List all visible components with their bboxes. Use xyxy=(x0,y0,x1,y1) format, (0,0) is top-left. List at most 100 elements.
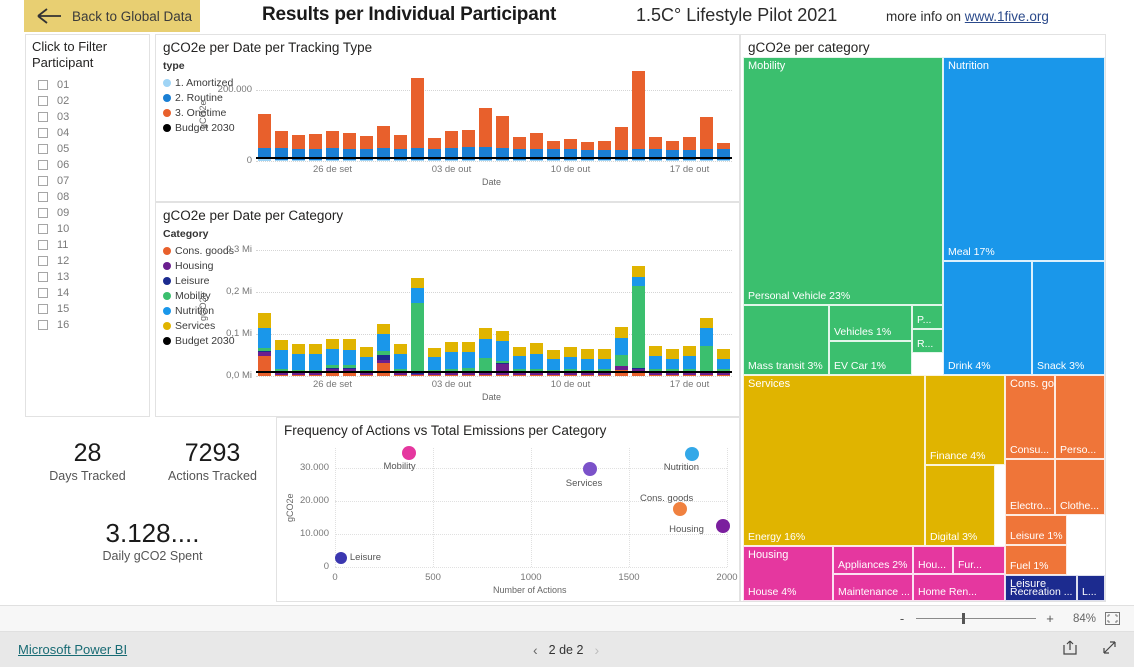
slicer-item-13[interactable]: 13 xyxy=(38,269,149,285)
treemap-tile[interactable]: Mobility Personal Vehicle 23% xyxy=(743,57,943,305)
treemap-tile[interactable]: Appliances 2% xyxy=(833,546,913,574)
treemap-tile[interactable]: Nutrition Meal 17% xyxy=(943,57,1105,261)
chart2-plot[interactable]: 0,0 Mi 0,1 Mi 0,2 Mi 0,3 Mi gCO2e 26 de set 03… xyxy=(198,231,732,406)
legend-item[interactable]: Budget 2030 xyxy=(163,333,235,348)
treemap-tile[interactable]: L... xyxy=(1077,575,1105,601)
legend-item[interactable]: Housing xyxy=(163,258,235,273)
bar-column[interactable] xyxy=(699,317,714,376)
slicer-item-11[interactable]: 11 xyxy=(38,237,149,253)
bar-column[interactable] xyxy=(376,323,391,376)
slicer-item-16[interactable]: 16 xyxy=(38,317,149,333)
treemap-tile[interactable]: Drink 4% xyxy=(943,261,1032,375)
slicer-checkbox-05[interactable] xyxy=(38,144,48,154)
slicer-checkbox-03[interactable] xyxy=(38,112,48,122)
treemap-tile[interactable]: Leisure 1% xyxy=(1005,515,1067,545)
chart1-plot[interactable]: 0 200.000 gCO2e 26 de set 03 de out 10 de out… xyxy=(198,63,732,191)
treemap-tiles[interactable]: Mobility Personal Vehicle 23% Mass transit… xyxy=(743,57,1105,601)
bar-column[interactable] xyxy=(495,116,510,161)
treemap-tile[interactable]: Home Ren... xyxy=(913,574,1005,601)
bar-column[interactable] xyxy=(631,265,646,376)
legend-item[interactable]: Leisure xyxy=(163,273,235,288)
share-icon[interactable] xyxy=(1062,639,1079,661)
bar-column[interactable] xyxy=(495,330,510,376)
budget-2030-line xyxy=(256,370,732,373)
slicer-item-15[interactable]: 15 xyxy=(38,301,149,317)
slicer-checkbox-16[interactable] xyxy=(38,320,48,330)
treemap-tile[interactable]: Mass transit 3% xyxy=(743,305,829,375)
treemap-tile[interactable]: Perso... xyxy=(1055,375,1105,459)
bar-column[interactable] xyxy=(257,313,272,376)
treemap-tile[interactable]: Clothe... xyxy=(1055,459,1105,515)
slicer-checkbox-01[interactable] xyxy=(38,80,48,90)
slicer-item-06[interactable]: 06 xyxy=(38,157,149,173)
treemap-tile[interactable]: Hou... xyxy=(913,546,953,574)
slicer-item-02[interactable]: 02 xyxy=(38,93,149,109)
treemap-tile[interactable]: Services Energy 16% xyxy=(743,375,925,546)
treemap-tile[interactable]: Cons. goods Consu... xyxy=(1005,375,1055,459)
bar-column[interactable] xyxy=(410,77,425,161)
treemap-tile[interactable]: P... xyxy=(912,305,943,329)
fit-to-page-icon[interactable] xyxy=(1105,612,1120,625)
treemap-tile[interactable]: Digital 3% xyxy=(925,465,995,546)
bar-column[interactable] xyxy=(410,277,425,376)
legend-item[interactable]: Cons. goods xyxy=(163,243,235,258)
microsoft-power-bi-link[interactable]: Microsoft Power BI xyxy=(18,642,127,657)
treemap-tile[interactable]: Fuel 1% xyxy=(1005,545,1067,575)
slicer-checkbox-04[interactable] xyxy=(38,128,48,138)
bar-column[interactable] xyxy=(478,327,493,376)
fullscreen-icon[interactable] xyxy=(1101,639,1118,661)
slicer-item-14[interactable]: 14 xyxy=(38,285,149,301)
slicer-item-07[interactable]: 07 xyxy=(38,173,149,189)
treemap-tile[interactable]: Maintenance ... xyxy=(833,574,913,601)
zoom-in-button[interactable]: + xyxy=(1045,611,1055,626)
scatter-bubble[interactable] xyxy=(684,446,699,461)
chevron-right-icon[interactable]: › xyxy=(594,642,599,658)
treemap-tile[interactable]: EV Car 1% xyxy=(829,341,912,375)
scatter-bubble[interactable] xyxy=(582,462,597,477)
x-axis-tick: 10 de out xyxy=(550,379,591,390)
slicer-item-12[interactable]: 12 xyxy=(38,253,149,269)
chevron-left-icon[interactable]: ‹ xyxy=(533,642,538,658)
x-axis-tick: 17 de out xyxy=(669,164,710,175)
bar-column[interactable] xyxy=(614,326,629,376)
slicer-item-05[interactable]: 05 xyxy=(38,141,149,157)
more-info-link[interactable]: www.1five.org xyxy=(965,9,1049,24)
treemap-tile[interactable]: Vehicles 1% xyxy=(829,305,912,341)
treemap-tile[interactable]: Fur... xyxy=(953,546,1005,574)
scatter-bubble[interactable] xyxy=(402,445,417,460)
bar-column[interactable] xyxy=(257,113,272,161)
slicer-checkbox-02[interactable] xyxy=(38,96,48,106)
bar-column[interactable] xyxy=(478,107,493,161)
chart3-plot[interactable]: 0 10.000 20.000 30.000 0 500 1000 1500 2000 gCO2e… xyxy=(277,438,741,601)
slicer-item-04[interactable]: 04 xyxy=(38,125,149,141)
treemap-tile[interactable]: Finance 4% xyxy=(925,375,1005,465)
bar-column[interactable] xyxy=(631,70,646,161)
slicer-item-09[interactable]: 09 xyxy=(38,205,149,221)
treemap-tile[interactable]: Leisure Recreation ... xyxy=(1005,575,1077,601)
zoom-out-button[interactable]: - xyxy=(897,611,907,626)
slicer-checkbox-13[interactable] xyxy=(38,272,48,282)
slicer-checkbox-12[interactable] xyxy=(38,256,48,266)
slicer-item-08[interactable]: 08 xyxy=(38,189,149,205)
scatter-bubble[interactable] xyxy=(334,552,347,565)
slicer-item-10[interactable]: 10 xyxy=(38,221,149,237)
treemap-tile[interactable]: Housing House 4% xyxy=(743,546,833,601)
slicer-checkbox-09[interactable] xyxy=(38,208,48,218)
slicer-checkbox-15[interactable] xyxy=(38,304,48,314)
treemap-tile[interactable]: Snack 3% xyxy=(1032,261,1105,375)
slicer-checkbox-06[interactable] xyxy=(38,160,48,170)
treemap-tile[interactable]: R... xyxy=(912,329,943,353)
scatter-bubble[interactable] xyxy=(672,502,687,517)
slicer-checkbox-14[interactable] xyxy=(38,288,48,298)
slicer-checkbox-08[interactable] xyxy=(38,192,48,202)
zoom-slider[interactable] xyxy=(916,613,1036,624)
slicer-checkbox-11[interactable] xyxy=(38,240,48,250)
treemap-tile[interactable]: Electro... xyxy=(1005,459,1055,515)
bar-column[interactable] xyxy=(699,116,714,161)
slicer-item-01[interactable]: 01 xyxy=(38,77,149,93)
slicer-checkbox-10[interactable] xyxy=(38,224,48,234)
back-to-global-data-button[interactable]: Back to Global Data xyxy=(24,0,200,32)
slicer-item-03[interactable]: 03 xyxy=(38,109,149,125)
zoom-slider-thumb[interactable] xyxy=(962,613,965,624)
slicer-checkbox-07[interactable] xyxy=(38,176,48,186)
